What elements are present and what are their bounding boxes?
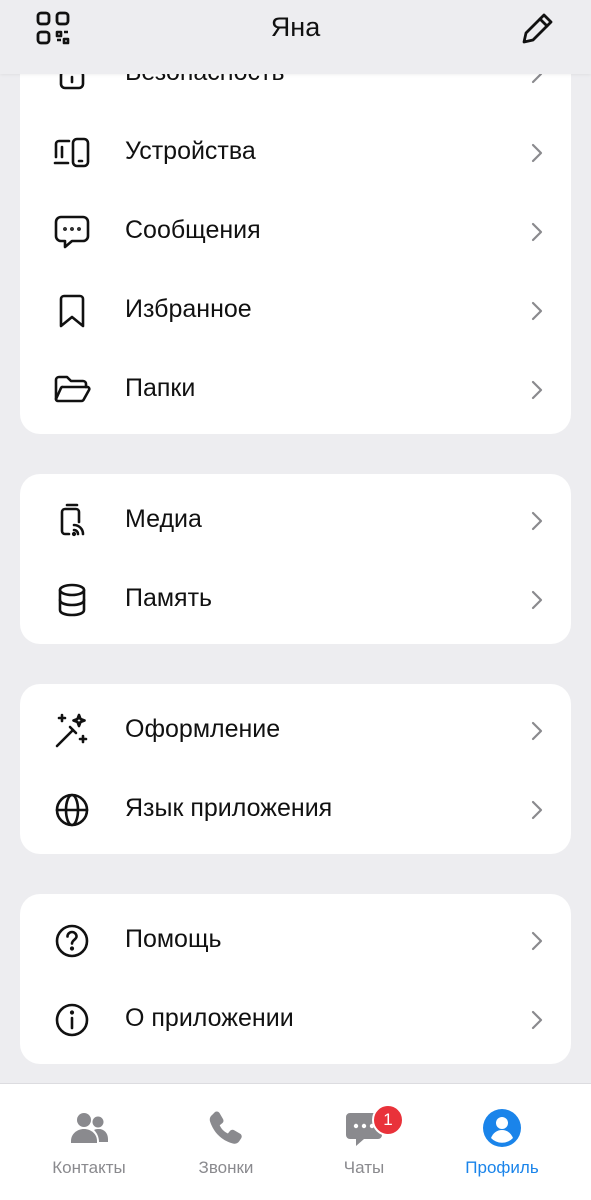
devices-icon (53, 137, 90, 168)
chevron-right-icon (531, 721, 543, 741)
contacts-icon (71, 1113, 108, 1143)
tab-label: Контакты (52, 1158, 126, 1177)
row-label: Медиа (125, 505, 202, 533)
row-folders[interactable]: Папки (20, 350, 571, 429)
chevron-right-icon (531, 800, 543, 820)
database-icon (58, 583, 86, 617)
row-messages[interactable]: Сообщения (20, 192, 571, 271)
phone-icon (209, 1111, 242, 1144)
settings-card-data: Медиа Память (20, 474, 571, 644)
media-icon (60, 503, 85, 537)
profile-icon (483, 1109, 521, 1147)
help-circle-icon (55, 924, 89, 958)
info-circle-icon (55, 1003, 89, 1037)
tab-contacts[interactable]: Контакты (19, 1084, 159, 1200)
row-label: Сообщения (125, 216, 261, 244)
row-label: О приложении (125, 1004, 294, 1032)
row-label: Папки (125, 374, 196, 402)
row-language[interactable]: Язык приложения (20, 770, 571, 849)
pencil-icon[interactable] (520, 10, 556, 46)
chevron-right-icon (531, 143, 543, 163)
chevron-right-icon (531, 1010, 543, 1030)
chevron-right-icon (531, 931, 543, 951)
unread-badge: 1 (372, 1104, 404, 1136)
tab-profile[interactable]: Профиль (432, 1084, 572, 1200)
globe-icon (55, 793, 89, 827)
row-label: Избранное (125, 295, 252, 323)
message-bubble-icon (54, 215, 90, 249)
row-label: Язык приложения (125, 794, 333, 822)
bookmark-icon (59, 294, 85, 328)
magic-wand-icon (55, 713, 88, 748)
row-media[interactable]: Медиа (20, 481, 571, 560)
chevron-right-icon (531, 380, 543, 400)
settings-card-appearance: Оформление Язык приложения (20, 684, 571, 854)
page-title: Яна (270, 12, 321, 42)
chevron-right-icon (531, 590, 543, 610)
tab-label: Звонки (198, 1158, 254, 1177)
row-label: Устройства (125, 137, 256, 165)
row-help[interactable]: Помощь (20, 901, 571, 980)
bottom-tab-bar: Контакты Звонки 1 Чаты Профиль (0, 1083, 591, 1200)
row-label: Память (125, 584, 213, 612)
settings-card-support: Помощь О приложении (20, 894, 571, 1064)
chevron-right-icon (531, 222, 543, 242)
row-devices[interactable]: Устройства (20, 113, 571, 192)
folder-icon (54, 375, 91, 403)
row-label: Оформление (125, 715, 281, 743)
chevron-right-icon (531, 511, 543, 531)
row-appearance[interactable]: Оформление (20, 691, 571, 770)
row-about[interactable]: О приложении (20, 980, 571, 1059)
settings-list: Безопасность Устройства Сообщения (0, 0, 591, 1083)
tab-chats[interactable]: 1 Чаты (294, 1084, 434, 1200)
tab-label: Профиль (465, 1158, 539, 1177)
top-bar: Яна (0, 0, 591, 74)
row-favorites[interactable]: Избранное (20, 271, 571, 350)
row-storage[interactable]: Память (20, 560, 571, 639)
row-label: Помощь (125, 925, 222, 953)
tab-calls[interactable]: Звонки (156, 1084, 296, 1200)
tab-label: Чаты (343, 1158, 385, 1177)
chevron-right-icon (531, 301, 543, 321)
